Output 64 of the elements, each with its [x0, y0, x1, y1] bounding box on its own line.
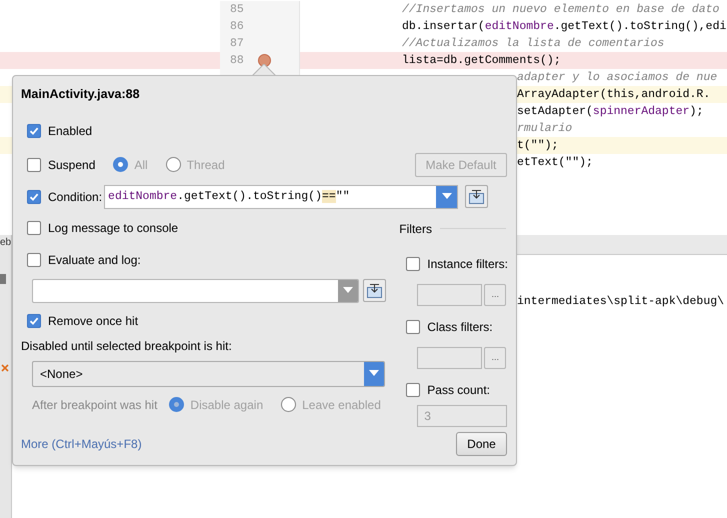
disabled-until-label: Disabled until selected breakpoint is hit: [21, 338, 233, 355]
checkbox-label: Evaluate and log: [48, 252, 141, 269]
debug-tab[interactable]: eb [0, 238, 11, 248]
radio-label: Disable again [190, 396, 264, 414]
radio-button[interactable] [166, 157, 181, 172]
browse-button[interactable]: ... [484, 346, 506, 369]
filters-heading: Filters [399, 220, 432, 238]
evaluate-checkbox[interactable] [27, 252, 41, 267]
checkbox-label: Log message to console [48, 220, 178, 237]
caret-icon [442, 193, 452, 200]
instance-filters-checkbox[interactable] [406, 256, 420, 271]
checkbox-label: Suspend [48, 156, 96, 174]
caret-icon [343, 287, 353, 294]
checkbox-label: Condition: [48, 188, 102, 206]
after-hit-label: After breakpoint was hit [32, 396, 158, 414]
code-line: db.insertar(editNombre.getText().toString(),edi [402, 18, 726, 35]
suspend-checkbox[interactable] [27, 158, 41, 172]
class-filters-field[interactable] [417, 346, 482, 369]
code-line: lista=db.getComments(); [402, 52, 561, 69]
enabled-checkbox[interactable] [27, 124, 41, 138]
code-line: setAdapter(spinnerAdapter); [517, 104, 704, 120]
radio-label: Leave enabled [302, 396, 381, 414]
evaluate-field[interactable] [32, 278, 359, 303]
instance-filters-field[interactable] [417, 284, 482, 306]
code-line: //Actualizamos la lista de comentarios [402, 36, 664, 52]
dropdown-button[interactable] [338, 280, 358, 302]
dropdown-button[interactable] [436, 186, 458, 208]
line-number: 88 [230, 52, 245, 69]
console-line: intermediates\split-apk\debug\ [517, 295, 724, 308]
class-filters-checkbox[interactable] [406, 320, 420, 334]
remove-once-hit-checkbox[interactable] [27, 314, 41, 328]
close-icon[interactable] [1, 364, 9, 372]
code-line: t(""); [517, 138, 558, 154]
code-line: //Insertamos un nuevo elemento en base de dato [402, 2, 720, 18]
breakpoint-icon[interactable] [258, 54, 271, 67]
code-line: ArrayAdapter(this,android.R. [517, 86, 710, 103]
code-line: etText(""); [517, 154, 593, 171]
checkbox-label: Instance filters: [427, 256, 508, 273]
more-link[interactable]: More (Ctrl+Mayús+F8) [21, 435, 142, 453]
condition-checkbox[interactable] [27, 190, 41, 204]
checkbox-label: Enabled [48, 122, 92, 140]
pass-count-checkbox[interactable] [406, 382, 420, 397]
code-line: rmulario [517, 120, 572, 137]
radio-button[interactable] [281, 397, 296, 412]
caret-icon [369, 370, 379, 378]
expand-button[interactable] [363, 279, 386, 302]
radio-label: All [134, 156, 148, 174]
radio-label: Thread [186, 156, 225, 174]
checkbox-label: Class filters: [427, 318, 493, 336]
line-number: 86 [230, 18, 245, 35]
radio-button[interactable] [113, 157, 128, 172]
line-number: 87 [230, 36, 245, 52]
code-line: adapter y lo asociamos de nue [517, 70, 718, 86]
radio-button[interactable] [169, 397, 184, 412]
browse-button[interactable]: ... [484, 284, 506, 306]
condition-field[interactable]: editNombre.getText().toString()=="" [104, 184, 458, 209]
checkbox-label: Remove once hit [48, 312, 138, 330]
checkbox-label: Pass count: [427, 382, 490, 399]
popup-title: MainActivity.java:88 [21, 86, 141, 103]
expand-button[interactable] [465, 185, 488, 208]
breakpoint-dropdown[interactable]: <None> [32, 360, 385, 387]
line-number: 85 [230, 2, 245, 18]
done-button[interactable]: Done [456, 432, 507, 456]
log-message-checkbox[interactable] [27, 220, 41, 235]
